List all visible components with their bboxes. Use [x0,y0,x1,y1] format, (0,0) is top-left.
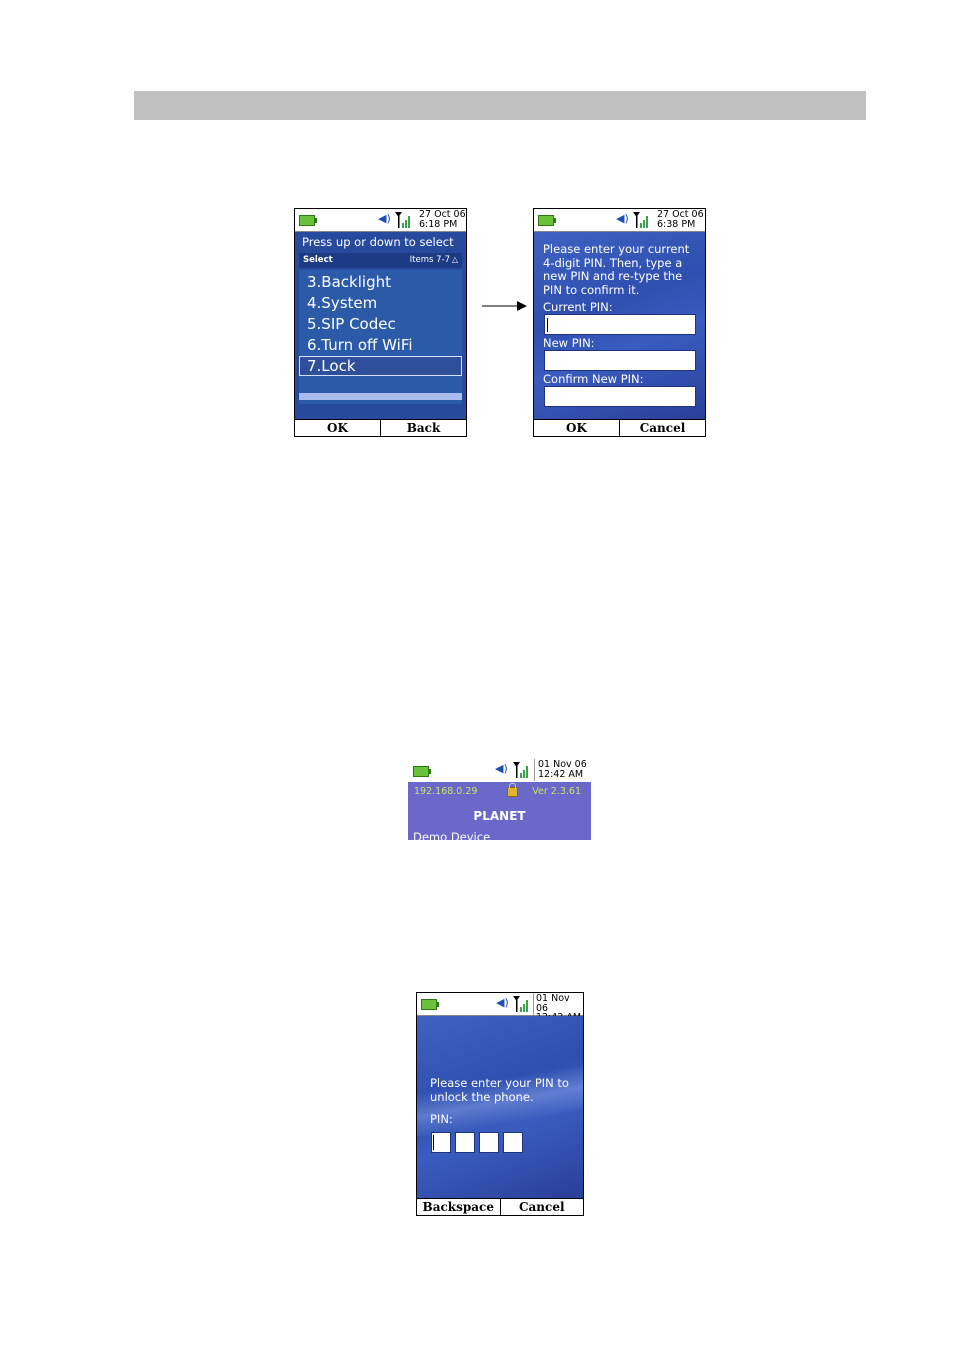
softkey-bar: OK Cancel [534,419,705,436]
home-screen: 192.168.0.29 Ver 2.3.61 PLANET Demo Devi… [408,782,591,840]
softkey-bar: Backspace Cancel [417,1198,583,1215]
battery-icon [421,999,439,1010]
speaker-icon: ◀) [616,212,629,225]
phone-screen-unlock: ◀) 01 Nov 06 12:42 AM Please enter your … [416,992,584,1216]
menu-item-lock-highlight[interactable]: 7.Lock [299,356,462,376]
status-bar: ◀) 27 Oct 06 6:18 PM [295,209,466,232]
softkey-cancel[interactable]: Cancel [619,420,705,436]
status-divider [533,993,534,1015]
status-bar: ◀) 27 Oct 06 6:38 PM [534,209,705,232]
ip-address: 192.168.0.29 [414,786,478,797]
softkey-ok[interactable]: OK [295,420,380,436]
version: Ver 2.3.61 [532,786,581,797]
pin-digit-3[interactable] [479,1132,499,1153]
device-name: Demo Device [413,830,491,840]
signal-icon [513,762,528,778]
text-cursor [547,318,548,332]
menu-item-lock: 7.Lock [307,357,356,375]
phone-screen-home: ◀) 01 Nov 06 12:42 AM 192.168.0.29 Ver 2… [408,759,591,840]
unlock-screen: Please enter your PIN to unlock the phon… [417,1016,583,1198]
speaker-icon: ◀) [378,212,391,225]
menu-list: 3.Backlight 4.System 5.SIP Codec 6.Turn … [299,270,462,404]
menu-item-turn-off-wifi[interactable]: 6.Turn off WiFi [307,335,413,355]
items-count: Items 7-7 [409,255,450,265]
battery-icon [413,766,431,777]
select-label: Select [303,255,333,265]
status-divider [534,759,535,781]
phone-screen-menu: ◀) 27 Oct 06 6:18 PM Press up or down to… [294,208,467,437]
arrow-right-icon [482,301,527,311]
status-datetime: 27 Oct 06 6:38 PM [657,210,704,229]
signal-icon [633,212,648,228]
section-header-bar [134,91,866,120]
pin-digit-2[interactable] [455,1132,475,1153]
unlock-instructions: Please enter your PIN to unlock the phon… [430,1076,569,1104]
status-time: 12:42 AM [538,768,584,780]
pin-digit-1[interactable] [431,1132,451,1153]
pin-digit-4[interactable] [503,1132,523,1153]
confirm-pin-label: Confirm New PIN: [543,372,644,386]
new-pin-input[interactable] [544,350,696,371]
current-pin-label: Current PIN: [543,300,613,314]
brand-name: PLANET [473,809,526,823]
battery-icon [538,215,556,226]
menu-subheader: Select Items 7-7 △ [299,253,462,268]
signal-icon [395,212,410,228]
status-date: 01 Nov 06 [536,993,570,1014]
status-time: 6:38 PM [657,218,696,230]
softkey-bar: OK Back [295,419,466,436]
menu-title: Press up or down to select [302,235,454,249]
status-bar: ◀) 01 Nov 06 12:42 AM [417,993,583,1022]
softkey-ok[interactable]: OK [534,420,619,436]
change-pin-screen: Please enter your current 4-digit PIN. T… [534,232,705,419]
softkey-cancel[interactable]: Cancel [499,1199,584,1215]
speaker-icon: ◀) [496,996,509,1009]
scrollbar[interactable] [299,393,462,400]
lock-shackle [509,783,516,789]
softkey-backspace[interactable]: Backspace [417,1199,500,1215]
text-cursor [433,1135,434,1150]
menu-item-system[interactable]: 4.System [307,293,377,313]
speaker-icon: ◀) [495,762,508,775]
scroll-up-icon: △ [451,255,458,264]
change-pin-instructions: Please enter your current 4-digit PIN. T… [543,242,690,297]
pin-label: PIN: [430,1112,453,1126]
battery-icon [299,215,317,226]
signal-icon [513,996,528,1012]
status-datetime: 27 Oct 06 6:18 PM [419,210,466,229]
softkey-back[interactable]: Back [380,420,466,436]
status-bar: ◀) 01 Nov 06 12:42 AM [408,759,591,781]
menu-item-backlight[interactable]: 3.Backlight [307,272,391,292]
menu-item-sip-codec[interactable]: 5.SIP Codec [307,314,396,334]
menu-screen: Press up or down to select Select Items … [295,232,466,419]
phone-screen-change-pin: ◀) 27 Oct 06 6:38 PM Please enter your c… [533,208,706,437]
confirm-pin-input[interactable] [544,386,696,407]
status-time: 6:18 PM [419,218,458,230]
current-pin-input[interactable] [544,314,696,335]
status-datetime: 01 Nov 06 12:42 AM [538,760,587,779]
new-pin-label: New PIN: [543,336,595,350]
